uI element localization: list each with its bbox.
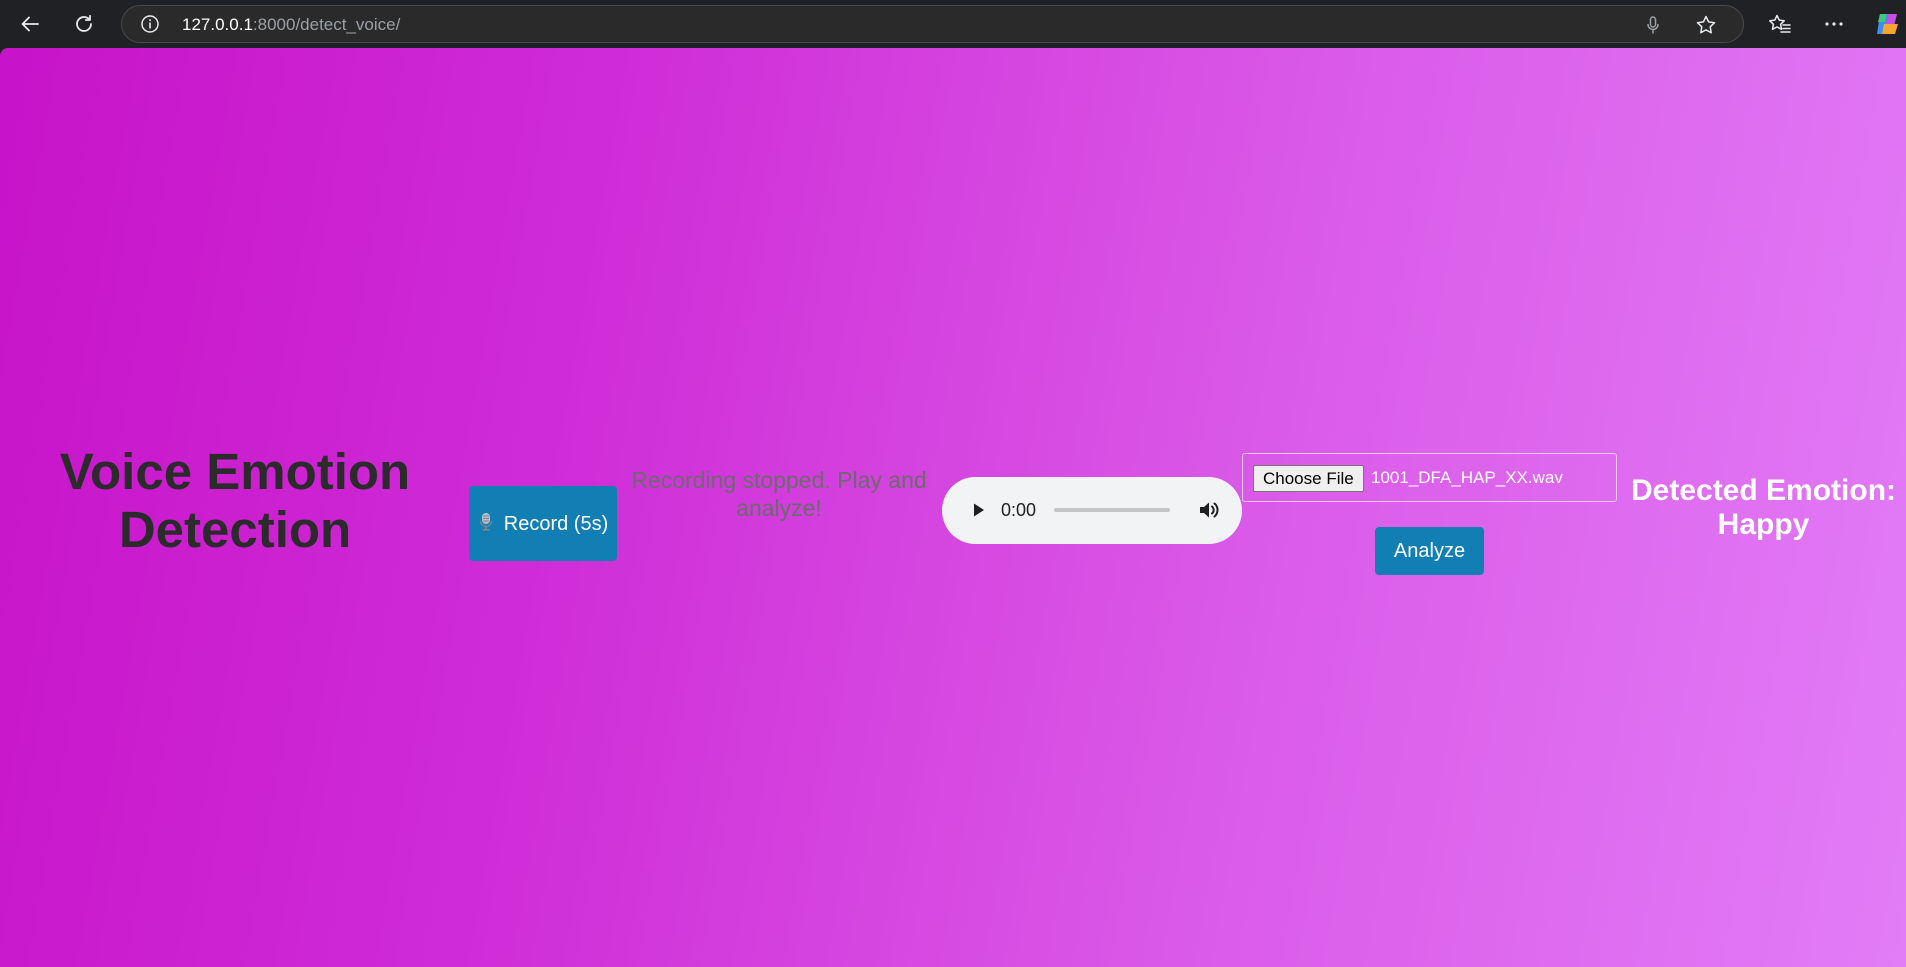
page-title: Voice Emotion Detection <box>59 443 411 558</box>
site-info-icon[interactable] <box>140 14 160 34</box>
play-icon[interactable] <box>966 498 990 522</box>
microphone-icon <box>479 512 492 531</box>
back-arrow-icon <box>21 16 39 32</box>
more-options-button[interactable] <box>1816 6 1852 42</box>
url-path: :8000/detect_voice/ <box>252 15 401 34</box>
page-viewport: Voice Emotion Detection Record (5s) Reco… <box>0 48 1906 967</box>
audio-progress-track[interactable] <box>1054 508 1170 512</box>
favorite-button[interactable] <box>1695 14 1717 36</box>
audio-player[interactable]: 0:00 <box>942 477 1242 544</box>
analyze-button[interactable]: Analyze <box>1375 527 1484 575</box>
copilot-icon[interactable] <box>1874 10 1902 38</box>
reload-button[interactable] <box>66 6 102 42</box>
url-text[interactable]: 127.0.0.1:8000/detect_voice/ <box>182 16 400 34</box>
microphone-icon <box>1647 16 1659 34</box>
file-input[interactable]: Choose File 1001_DFA_HAP_XX.wav <box>1242 453 1617 502</box>
record-button[interactable]: Record (5s) <box>469 486 617 561</box>
reload-icon <box>76 14 92 32</box>
voice-search-button[interactable] <box>1642 14 1664 36</box>
audio-current-time: 0:00 <box>1001 500 1037 520</box>
address-bar[interactable]: 127.0.0.1:8000/detect_voice/ <box>121 5 1744 43</box>
selected-file-name: 1001_DFA_HAP_XX.wav <box>1371 468 1563 487</box>
more-dots-icon <box>1825 22 1843 26</box>
favorites-list-icon <box>1769 14 1791 33</box>
favorites-button[interactable] <box>1762 6 1798 42</box>
volume-icon[interactable] <box>1196 497 1222 523</box>
star-icon <box>1696 15 1716 34</box>
back-button[interactable] <box>12 6 48 42</box>
detected-emotion-result: Detected Emotion: Happy <box>1630 474 1897 541</box>
choose-file-button[interactable]: Choose File <box>1253 465 1364 492</box>
record-button-label: Record (5s) <box>503 512 609 535</box>
url-host: 127.0.0.1 <box>182 15 253 34</box>
status-message: Recording stopped. Play and analyze! <box>631 467 927 521</box>
browser-toolbar: 127.0.0.1:8000/detect_voice/ <box>0 0 1906 48</box>
